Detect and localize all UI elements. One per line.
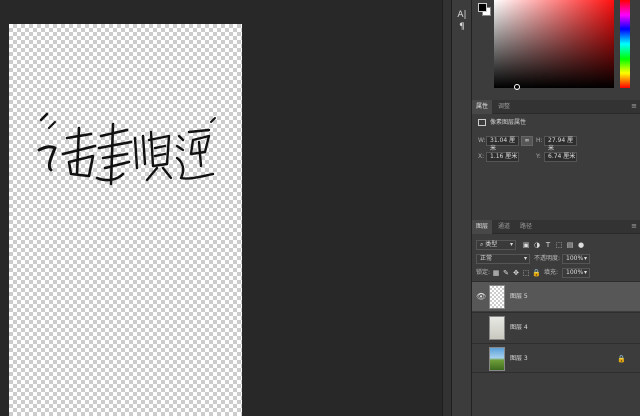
- layer-thumbnail: [489, 347, 505, 371]
- layer-thumbnail: [489, 316, 505, 340]
- filter-adjustment-icon[interactable]: ◑: [533, 241, 541, 249]
- chevron-down-icon: ▾: [509, 241, 513, 248]
- layers-panel-menu-icon[interactable]: ≡: [631, 223, 637, 230]
- properties-tabs: 属性 调整 ≡: [472, 100, 640, 114]
- layer-filter-dropdown[interactable]: ⌕ 类型 ▾: [476, 240, 516, 250]
- layer-row[interactable]: 图层 4: [472, 312, 640, 342]
- fill-field[interactable]: 100% ▾: [562, 268, 590, 278]
- blend-row: 正常 ▾ 不透明度: 100% ▾: [472, 252, 640, 266]
- lock-artboard-icon[interactable]: ⬚: [522, 269, 530, 277]
- paragraph-panel-icon[interactable]: ¶: [452, 21, 472, 33]
- tab-properties[interactable]: 属性: [472, 100, 493, 114]
- lock-position-icon[interactable]: ✥: [512, 269, 520, 277]
- tab-channels[interactable]: 通道: [494, 220, 514, 234]
- layer-row[interactable]: 图层 3 🔒: [472, 343, 640, 373]
- properties-heading-text: 像素图层属性: [490, 119, 527, 126]
- width-label: W:: [478, 137, 486, 144]
- lock-row: 锁定: ▦ ✎ ✥ ⬚ 🔒 填充: 100% ▾: [472, 266, 640, 280]
- filter-type-icon[interactable]: T: [544, 241, 552, 249]
- layer-name[interactable]: 图层 3: [510, 354, 528, 364]
- layer-thumbnail: [489, 285, 505, 309]
- height-label: H:: [536, 137, 543, 144]
- lock-all-icon[interactable]: 🔒: [532, 269, 541, 277]
- hue-slider[interactable]: [620, 0, 630, 88]
- y-label: Y:: [536, 153, 541, 160]
- tab-layers[interactable]: 图层: [472, 220, 493, 234]
- opacity-label: 不透明度:: [534, 255, 561, 262]
- chevron-down-icon: ▾: [583, 269, 587, 276]
- tab-adjustments[interactable]: 调整: [494, 100, 514, 114]
- character-panel-icon[interactable]: A|: [452, 9, 472, 21]
- fill-label: 填充:: [544, 269, 559, 276]
- photoshop-window: A| ¶ 属性 调整 ≡ 像素图层属性 W: 31.04 厘米 ∞ H: 27.…: [0, 0, 640, 416]
- pixel-layer-icon: [478, 119, 486, 126]
- height-field[interactable]: 27.94 厘米: [544, 136, 577, 152]
- layers-tabs: 图层 通道 路径 ≡: [472, 220, 640, 234]
- filter-toggle-icon[interactable]: ●: [577, 241, 585, 249]
- color-picker-field[interactable]: [494, 0, 614, 90]
- color-panel: [472, 0, 640, 94]
- calligraphy-artwork: [37, 112, 216, 186]
- opacity-field[interactable]: 100% ▾: [562, 254, 590, 264]
- panel-collapse-strip[interactable]: [442, 0, 452, 416]
- x-label: X:: [478, 153, 485, 160]
- lock-image-icon[interactable]: ✎: [502, 269, 510, 277]
- tab-paths[interactable]: 路径: [516, 220, 536, 234]
- layer-row[interactable]: 👁 图层 5: [472, 281, 640, 311]
- panel-menu-icon[interactable]: ≡: [631, 103, 637, 110]
- width-field[interactable]: 31.04 厘米: [486, 136, 519, 152]
- x-field[interactable]: 1.16 厘米: [486, 152, 519, 162]
- document-canvas[interactable]: [9, 24, 242, 416]
- foreground-color-swatch[interactable]: [478, 3, 487, 12]
- layer-filter-row: ⌕ 类型 ▾ ▣ ◑ T ⬚ ▤ ●: [472, 238, 640, 252]
- properties-panel: 像素图层属性 W: 31.04 厘米 ∞ H: 27.94 厘米 X: 1.16…: [472, 114, 640, 218]
- filter-pixel-icon[interactable]: ▣: [522, 241, 530, 249]
- color-picker-cursor[interactable]: [514, 84, 520, 90]
- properties-heading: 像素图层属性: [478, 118, 526, 128]
- mini-panel-dock: A| ¶: [452, 0, 472, 416]
- y-field[interactable]: 6.74 厘米: [544, 152, 577, 162]
- chevron-down-icon: ▾: [583, 255, 587, 262]
- canvas-area[interactable]: [0, 0, 442, 416]
- filter-smart-object-icon[interactable]: ▤: [566, 241, 574, 249]
- chevron-down-icon: ▾: [523, 255, 527, 262]
- right-panels: 属性 调整 ≡ 像素图层属性 W: 31.04 厘米 ∞ H: 27.94 厘米…: [472, 0, 640, 416]
- lock-label: 锁定:: [476, 269, 491, 276]
- layers-panel: ⌕ 类型 ▾ ▣ ◑ T ⬚ ▤ ● 正常 ▾ 不透明度: 100% ▾ 锁定: ▦ …: [472, 234, 640, 416]
- lock-icon: 🔒: [617, 355, 626, 363]
- link-dimensions-icon[interactable]: ∞: [521, 136, 533, 146]
- filter-shape-icon[interactable]: ⬚: [555, 241, 563, 249]
- layer-name[interactable]: 图层 4: [510, 323, 528, 333]
- lock-transparent-icon[interactable]: ▦: [492, 269, 500, 277]
- blend-mode-dropdown[interactable]: 正常 ▾: [476, 254, 530, 264]
- eye-icon[interactable]: 👁: [476, 292, 486, 302]
- layer-name[interactable]: 图层 5: [510, 292, 528, 302]
